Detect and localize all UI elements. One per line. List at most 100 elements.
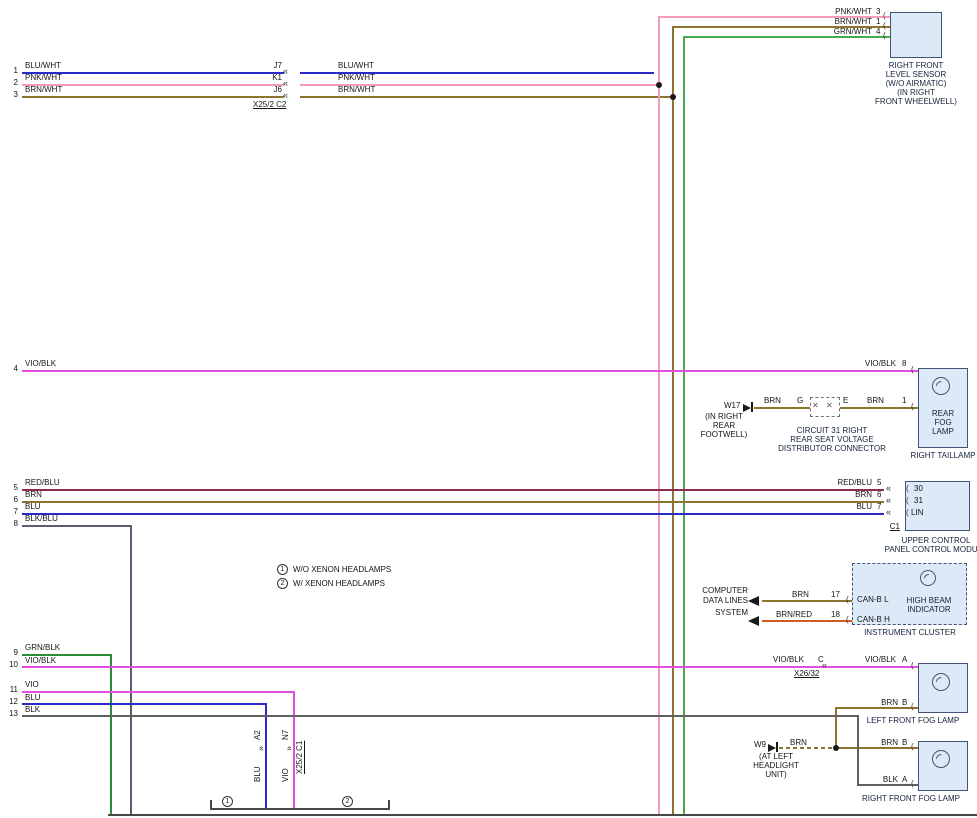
data-flow-arrow-icon xyxy=(748,596,759,606)
pin-socket-icon: ( xyxy=(911,365,914,374)
wire-w9-bar xyxy=(776,742,778,752)
wire-sensor-grn-wht xyxy=(683,36,890,38)
wire-row5-red-blu xyxy=(22,489,884,491)
wire-lff-brn xyxy=(835,707,918,709)
wire-v-rff-blk xyxy=(857,715,859,784)
label-w17-wire-brn2: BRN xyxy=(867,396,884,405)
pin-socket-icon: ( xyxy=(846,615,849,624)
label-row7-color-r: BLU xyxy=(824,502,872,511)
label-sensor-wire-grn: GRN/WHT xyxy=(820,27,872,36)
label-bottom-pin-n7: N7 xyxy=(281,724,291,740)
label-rff-pin-a: A xyxy=(902,775,907,784)
splice-arrow-icon xyxy=(768,744,776,752)
label-row11-color: VIO xyxy=(25,680,39,689)
label-module-pin-lin: LIN xyxy=(911,508,923,517)
wire-v-grn-wht xyxy=(683,36,685,814)
pin-socket-icon: ( xyxy=(883,11,886,20)
wire-v-brn-wht xyxy=(672,26,674,814)
label-connector-x25-2-c1: X25/2 C1 xyxy=(295,718,305,774)
legend-circle-2: 2 xyxy=(277,578,288,589)
wire-v-grn-blk xyxy=(110,654,112,814)
label-rearfog-pin-1: 1 xyxy=(902,396,906,405)
wire-row7-blu xyxy=(22,513,884,515)
label-sensor-pin-3: 3 xyxy=(876,7,880,16)
rear-fog-inner-label: REAR FOG LAMP xyxy=(918,409,968,436)
label-module-connector-c1: C1 xyxy=(874,522,900,531)
label-computer-line1: COMPUTER xyxy=(686,586,748,595)
pin-socket-icon: ( xyxy=(906,508,909,517)
connector-chevron-icon: « xyxy=(886,483,890,493)
label-row10-color: VIO/BLK xyxy=(25,656,56,665)
wire-bottom-rail xyxy=(108,814,977,816)
level-sensor-label: RIGHT FRONT LEVEL SENSOR (W/O AIRMATIC) … xyxy=(864,61,968,106)
label-row9-color: GRN/BLK xyxy=(25,643,60,652)
wire-can-brn-red xyxy=(762,620,852,622)
label-w17-pin-g: G xyxy=(797,396,803,405)
pin-socket-icon: ( xyxy=(906,484,909,493)
label-row4-color: VIO/BLK xyxy=(25,359,56,368)
label-bottom-pin-a2: A2 xyxy=(253,724,263,740)
label-row2-num: 2 xyxy=(2,78,18,87)
wire-bracket-tick-l xyxy=(210,800,212,808)
label-connector-x25-2-c2: X25/2 C2 xyxy=(253,100,286,109)
label-row3-color-b: BRN/WHT xyxy=(338,85,375,94)
label-w9-name: W9 xyxy=(754,740,766,749)
wire-v-lff-brn xyxy=(835,707,837,747)
label-row12-num: 12 xyxy=(0,697,18,706)
label-rearfog-pin-8: 8 xyxy=(902,359,906,368)
label-w9-wire-brn: BRN xyxy=(790,738,807,747)
pin-socket-icon: ( xyxy=(911,402,914,411)
label-module-pin-5: 5 xyxy=(877,478,881,487)
instrument-cluster-label: INSTRUMENT CLUSTER xyxy=(854,628,966,637)
pin-socket-icon: ( xyxy=(883,21,886,30)
label-row8-num: 8 xyxy=(2,519,18,528)
label-sensor-wire-pnk: PNK/WHT xyxy=(820,7,872,16)
option1-circle: 1 xyxy=(222,796,233,807)
wire-w17-brn-b xyxy=(840,407,918,409)
label-row3-pin: J6 xyxy=(252,85,282,94)
pin-socket-icon: ( xyxy=(911,742,914,751)
label-connector-x26-32: X26/32 xyxy=(794,669,819,678)
label-row1-color-b: BLU/WHT xyxy=(338,61,374,70)
label-module-pin-31: 31 xyxy=(914,496,923,505)
junction-dot xyxy=(656,82,662,88)
upper-control-module-label: UPPER CONTROL PANEL CONTROL MODULE xyxy=(882,536,977,554)
label-rff-wire-brn: BRN xyxy=(872,738,898,747)
label-row8-color: BLK/BLU xyxy=(25,514,58,523)
left-front-fog-lamp-label: LEFT FRONT FOG LAMP xyxy=(856,716,970,725)
label-lff-pin-b: B xyxy=(902,698,907,707)
wire-row12-blu xyxy=(22,703,265,705)
connector-chevron-icon: « xyxy=(822,660,826,670)
junction-dot xyxy=(833,745,839,751)
label-w17-location: (IN RIGHT REAR FOOTWELL) xyxy=(694,412,754,439)
label-row7-color: BLU xyxy=(25,502,41,511)
wire-row13-blk xyxy=(22,715,857,717)
label-w9-location: (AT LEFT HEADLIGHT UNIT) xyxy=(748,752,804,779)
connector-chevron-icon: « xyxy=(886,495,890,505)
wire-row4-vio-blk xyxy=(22,370,918,372)
wire-row8-blk-blu xyxy=(22,525,130,527)
label-row5-color-r: RED/BLU xyxy=(824,478,872,487)
label-row3-color: BRN/WHT xyxy=(25,85,62,94)
label-w17-name: W17 xyxy=(724,401,740,410)
label-sensor-pin-1: 1 xyxy=(876,17,880,26)
wire-w9-brn xyxy=(835,747,918,749)
label-rff-wire-blk: BLK xyxy=(872,775,898,784)
connector-chevron-icon: « xyxy=(283,66,287,76)
pin-socket-icon: ( xyxy=(906,496,909,505)
legend-circle-1: 1 xyxy=(277,564,288,575)
label-row5-num: 5 xyxy=(2,483,18,492)
lamp-symbol-icon xyxy=(932,673,950,691)
label-row9-num: 9 xyxy=(2,648,18,657)
label-module-pin-7: 7 xyxy=(877,502,881,511)
wire-row10-vio-blk xyxy=(22,666,918,668)
splice-arrow-icon xyxy=(743,404,751,412)
data-flow-arrow-icon xyxy=(748,616,759,626)
label-bottom-blu: BLU xyxy=(253,758,263,782)
wire-v-pnk-wht xyxy=(658,16,660,814)
label-bottom-vio: VIO xyxy=(281,758,291,782)
wire-rff-blk xyxy=(857,784,918,786)
label-module-pin-6: 6 xyxy=(877,490,881,499)
pin-socket-icon: ( xyxy=(911,779,914,788)
right-front-fog-lamp-label: RIGHT FRONT FOG LAMP xyxy=(850,794,972,803)
